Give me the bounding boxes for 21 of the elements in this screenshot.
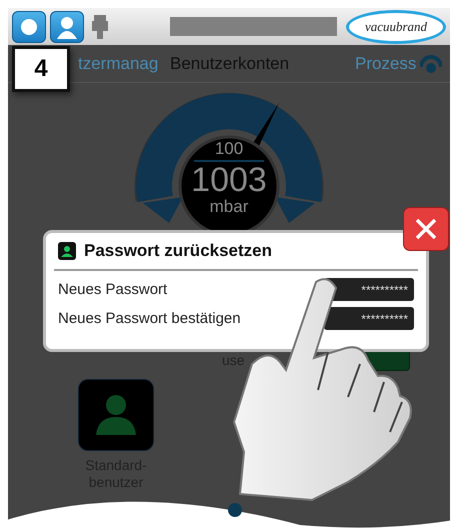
user-tile[interactable] [78, 379, 154, 451]
field-label: Neues Passwort bestätigen [58, 310, 241, 327]
signal-icon [420, 54, 442, 72]
person-icon [58, 242, 76, 260]
pressure-value: 1003 [191, 162, 267, 198]
password-field[interactable]: ********** [324, 307, 414, 330]
setpoint-value: 100 [194, 138, 264, 162]
close-button[interactable] [403, 207, 449, 251]
person-icon [94, 395, 138, 435]
network-plug-icon [92, 14, 108, 38]
pressure-unit: mbar [210, 198, 248, 216]
dialog-title: Passwort zurücksetzen [84, 241, 272, 261]
circle-icon [19, 16, 39, 36]
person-icon [56, 14, 78, 38]
brand-logo: vacuubrand [346, 10, 446, 44]
gauge-needle [253, 103, 279, 146]
help-button[interactable] [12, 10, 46, 42]
step-number: 4 [12, 46, 70, 92]
field-label: Neues Passwort [58, 281, 168, 298]
user-button[interactable] [50, 10, 84, 42]
close-icon [414, 217, 438, 241]
